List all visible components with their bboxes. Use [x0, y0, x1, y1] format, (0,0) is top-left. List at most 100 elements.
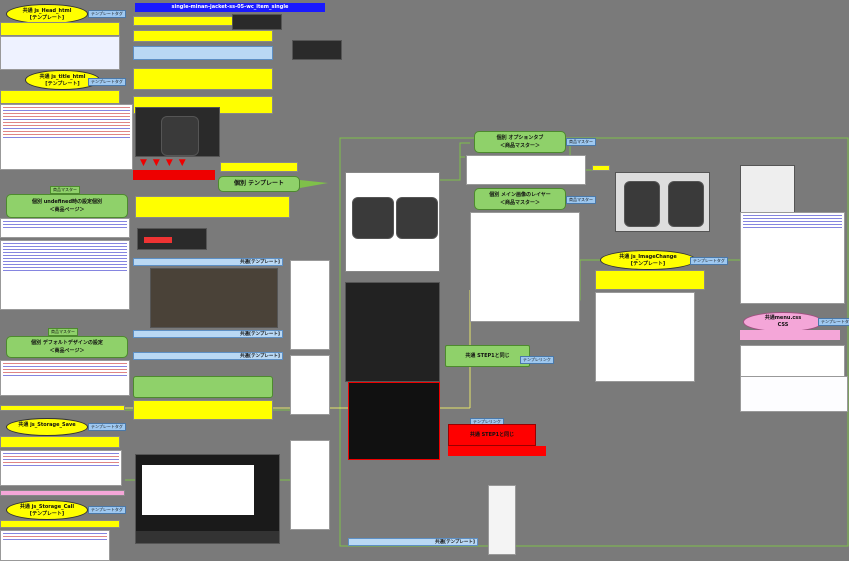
jacket-image: [668, 181, 704, 227]
option-tab-node[interactable]: 個別 オプションタブ ＜商品マスター＞: [474, 131, 566, 153]
code-block: [0, 450, 122, 486]
template-tag: テンプレートタグ: [88, 423, 126, 431]
red-notice: [133, 170, 215, 180]
code-block: [290, 440, 330, 530]
node-label: 共通[テンプレート]: [240, 332, 280, 337]
common-template-2[interactable]: 共通[テンプレート]: [133, 330, 283, 338]
code-block: [0, 36, 120, 70]
node-kind: [テンプレート]: [630, 261, 666, 267]
note-bar: [133, 400, 273, 420]
code-block: [290, 260, 330, 350]
red-button: [144, 237, 172, 243]
undefined-setting-node[interactable]: 個別 undefined時の設定個別 ＜商品ページ＞: [6, 194, 128, 218]
template-tag: テンプレートタグ: [88, 78, 126, 86]
jacket-image: [396, 197, 438, 239]
node-title: 個別 メイン画像のレイヤー: [489, 192, 551, 198]
product-page-screenshot: [150, 268, 278, 328]
node-kind: [テンプレート]: [45, 81, 80, 87]
node-prefix: 共通: [19, 504, 30, 510]
code-block: [0, 218, 130, 238]
menu-css-node[interactable]: 共通menu.css CSS: [743, 312, 823, 332]
node-sub: ＜商品マスター＞: [499, 200, 540, 206]
node-title: 個別 オプションタブ: [496, 135, 544, 141]
common-template-1[interactable]: 共通[テンプレート]: [133, 258, 283, 266]
jacket-layer-screenshot: [615, 172, 710, 232]
note-bar: [133, 46, 273, 60]
node-sub: ＜商品ページ＞: [49, 207, 85, 213]
node-prefix: 共通: [619, 254, 630, 260]
code-block: [470, 212, 580, 322]
arrow-down-icon: ▼▼▼▼: [140, 158, 192, 168]
product-page-screenshot: [135, 107, 220, 157]
note-bar: [133, 30, 273, 42]
individual-template-node[interactable]: 個別 テンプレート: [218, 176, 300, 192]
node-name: js_Storage_Call: [31, 504, 75, 510]
note-bar: [592, 165, 610, 171]
note-bar: [0, 490, 125, 496]
common-template-4[interactable]: 共通[テンプレート]: [348, 538, 478, 546]
note-bar: [133, 68, 273, 90]
node-title: 個別 undefined時の設定個別: [31, 199, 103, 205]
node-label: 共通 STEP1と同じ: [469, 432, 515, 438]
note-bar: [0, 520, 120, 528]
storage-save-node[interactable]: 共通 js_Storage_Save: [6, 418, 88, 436]
note-bar: [0, 436, 120, 448]
note-box: [133, 376, 273, 398]
code-block: [466, 155, 586, 185]
code-block: [0, 240, 130, 310]
footer-bar: [136, 531, 279, 543]
screenshot-thumbnail: [232, 14, 282, 30]
node-name: js_Storage_Save: [30, 422, 76, 428]
jacket-image: [624, 181, 660, 227]
jacket-back-screenshot: [740, 165, 795, 215]
code-block: [740, 212, 845, 304]
red-note-bar: [448, 446, 546, 456]
node-name: js_Head_html: [34, 8, 72, 14]
code-block: [595, 292, 695, 382]
node-prefix: 共通: [39, 74, 50, 80]
code-block: [290, 355, 330, 415]
steps-same-node-1[interactable]: 共通 STEP1と同じ: [445, 345, 530, 367]
product-master-tag: 商品マスター: [48, 328, 78, 336]
template-tag: テンプレートタグ: [690, 257, 728, 265]
note-bar: [595, 270, 705, 290]
node-label: 共通[テンプレート]: [240, 260, 280, 265]
default-design-node[interactable]: 個別 デフォルトデザインの設定 ＜商品ページ＞: [6, 336, 128, 358]
image-change-node[interactable]: 共通 js_ImageChange [テンプレート]: [600, 250, 696, 270]
node-kind: [テンプレート]: [29, 511, 65, 517]
template-link-tag: テンプレリンク: [520, 356, 554, 364]
code-block: [0, 104, 133, 170]
node-prefix: 共通: [18, 422, 29, 428]
node-prefix: 共通: [22, 8, 33, 14]
node-name: js_title_html: [51, 74, 86, 80]
note-bar: [0, 90, 120, 104]
node-name: js_ImageChange: [631, 254, 677, 260]
node-title: 個別 デフォルトデザインの設定: [31, 340, 103, 346]
store-screenshot: [345, 172, 440, 272]
head-html-node[interactable]: 共通 js_Head_html [テンプレート]: [6, 4, 88, 24]
table-block: [488, 485, 516, 555]
arrow-right-icon: [300, 180, 328, 188]
product-master-tag: 商品マスター: [566, 138, 596, 146]
screenshot-thumbnail: [137, 228, 207, 250]
node-label: 共通[テンプレート]: [435, 540, 475, 545]
main-image-layer-node[interactable]: 個別 メイン画像のレイヤー ＜商品マスター＞: [474, 188, 566, 210]
note-bar: [740, 330, 840, 340]
options-screenshot: [348, 382, 440, 460]
product-master-tag: 商品マスター: [50, 186, 80, 194]
common-template-3[interactable]: 共通[テンプレート]: [133, 352, 283, 360]
payment-screenshot: [135, 454, 280, 544]
options-screenshot: [345, 282, 440, 382]
note-bar: [135, 196, 290, 218]
node-label: 共通[テンプレート]: [240, 354, 280, 359]
payment-panel: [142, 465, 254, 515]
template-tag: テンプレートタグ: [88, 506, 126, 514]
node-prefix: 共通menu.css: [764, 315, 802, 321]
note-bar: [0, 22, 120, 36]
storage-call-node[interactable]: 共通 js_Storage_Call [テンプレート]: [6, 500, 88, 520]
code-block: [0, 530, 110, 561]
steps-same-node-2[interactable]: 共通 STEP1と同じ: [448, 424, 536, 446]
node-name: CSS: [777, 322, 789, 328]
note-bar: [220, 162, 298, 172]
code-block: [740, 376, 848, 412]
